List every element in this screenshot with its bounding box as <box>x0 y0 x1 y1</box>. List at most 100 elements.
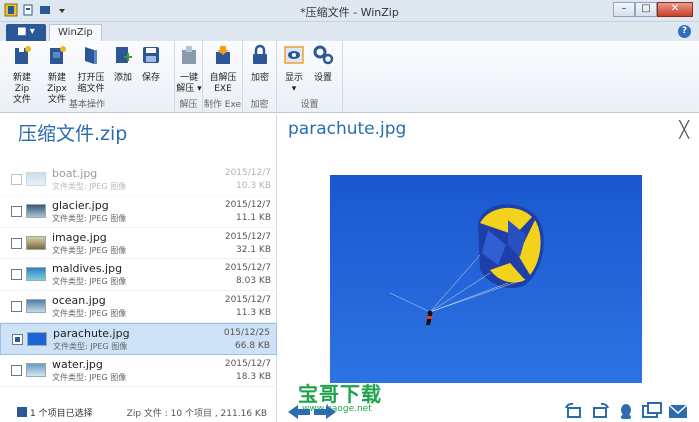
share-screen-icon[interactable] <box>641 402 663 420</box>
thumbnail-image <box>26 362 46 377</box>
preview-filename: parachute.jpg <box>288 119 407 139</box>
file-type: 文件类型: JPEG 图像 <box>52 277 127 287</box>
file-size: 8.03 KB <box>236 276 271 287</box>
file-name: water.jpg <box>52 357 103 371</box>
file-type: 文件类型: JPEG 图像 <box>52 213 127 223</box>
status-bar: 1 个项目已选择 Zip 文件 : 10 个项目 , 211.16 KB <box>0 402 277 422</box>
exe-label-2: EXE <box>214 84 232 94</box>
thumbnail-image <box>26 172 46 186</box>
save-button[interactable]: 保存 <box>138 44 164 84</box>
file-date: 2015/12/7 <box>224 231 271 242</box>
maximize-button[interactable]: □ <box>635 2 657 17</box>
encrypt-button[interactable]: 加密 <box>247 44 273 84</box>
save-label: 保存 <box>141 73 160 83</box>
ribbon-group-basic: 新建Zip 文件 新建Zipx 文件 打开压 缩文件 添加 保存 基本操作 <box>0 41 175 113</box>
file-size: 10.3 KB <box>236 181 271 191</box>
file-menu-button[interactable]: ■ ▾ <box>6 24 46 41</box>
gear-icon <box>313 45 334 65</box>
thumbnail-image <box>26 203 46 218</box>
file-size: 66.8 KB <box>235 340 270 351</box>
file-type: 文件类型: JPEG 图像 <box>52 245 127 255</box>
email-icon[interactable] <box>667 402 689 420</box>
file-name: maldives.jpg <box>52 262 123 276</box>
tab-winzip[interactable]: WinZip <box>49 24 102 41</box>
add-button[interactable]: 添加 <box>110 44 136 84</box>
thumbnail-image <box>27 331 47 346</box>
list-item-selected[interactable]: parachute.jpg 文件类型: JPEG 图像 015/12/25 66… <box>0 322 277 355</box>
file-name: boat.jpg <box>52 167 98 180</box>
close-button[interactable]: ✕ <box>657 2 693 17</box>
unzip-label-1: 一键 <box>179 73 198 83</box>
save-icon <box>143 47 159 63</box>
item-checkbox[interactable] <box>11 269 22 281</box>
selection-icon <box>17 407 27 417</box>
group-label-unzip: 解压 <box>179 100 198 110</box>
title-bar: *压缩文件 - WinZip – □ ✕ <box>0 0 699 22</box>
item-checkbox[interactable] <box>11 364 22 376</box>
help-icon[interactable]: ? <box>678 25 691 38</box>
open-zip-button[interactable]: 打开压 缩文件 <box>76 44 106 95</box>
open-zip-icon <box>85 47 97 64</box>
thumbnail-image <box>26 267 46 282</box>
list-item[interactable]: glacier.jpg 文件类型: JPEG 图像 2015/12/7 11.1… <box>0 196 277 228</box>
file-date: 2015/12/7 <box>224 295 271 306</box>
window-title: *压缩文件 - WinZip <box>300 6 399 19</box>
rotate-left-icon[interactable] <box>563 402 585 420</box>
item-checkbox[interactable] <box>11 205 22 217</box>
file-date: 2015/12/7 <box>224 358 271 369</box>
list-item[interactable]: image.jpg 文件类型: JPEG 图像 2015/12/7 32.1 K… <box>0 228 277 260</box>
display-label-1: 显示 <box>284 73 303 83</box>
window-controls: – □ ✕ <box>613 2 693 17</box>
file-name: image.jpg <box>52 230 107 244</box>
archive-summary: Zip 文件 : 10 个项目 , 211.16 KB <box>126 409 267 419</box>
file-size: 32.1 KB <box>236 244 271 255</box>
file-list: boat.jpg 文件类型: JPEG 图像 2015/12/7 10.3 KB… <box>0 164 277 387</box>
minimize-button[interactable]: – <box>613 2 635 17</box>
display-button[interactable]: 显示 ▾ <box>281 44 307 95</box>
exe-icon <box>216 46 230 64</box>
selection-status: 1 个项目已选择 <box>30 409 93 419</box>
exe-label-1: 自解压 <box>209 73 237 83</box>
one-click-unzip-button[interactable]: 一键 解压 ▾ <box>175 44 203 95</box>
lock-icon <box>253 44 267 64</box>
file-list-panel: 压缩文件.zip boat.jpg 文件类型: JPEG 图像 2015/12/… <box>0 114 277 422</box>
archive-name: 压缩文件.zip <box>18 123 128 145</box>
parachute-photo <box>330 175 642 383</box>
file-name: glacier.jpg <box>52 198 109 212</box>
file-size: 11.1 KB <box>236 212 271 223</box>
eye-icon <box>284 46 304 64</box>
unzip-icon <box>182 46 196 64</box>
group-label-encrypt: 加密 <box>250 100 269 110</box>
self-extract-exe-button[interactable]: 自解压 EXE <box>207 44 239 95</box>
qq-share-icon[interactable] <box>615 402 637 420</box>
encrypt-label: 加密 <box>250 73 269 83</box>
ribbon-group-settings: 显示 ▾ 设置 设置 <box>277 41 343 113</box>
open-zip-label-1: 打开压 <box>77 73 105 83</box>
list-item[interactable]: maldives.jpg 文件类型: JPEG 图像 2015/12/7 8.0… <box>0 259 277 292</box>
share-toolbar <box>563 402 689 420</box>
file-date: 2015/12/7 <box>224 199 271 210</box>
item-checkbox[interactable] <box>11 237 22 249</box>
rotate-right-icon[interactable] <box>589 402 611 420</box>
new-zipx-label-1: 新建Zipx <box>47 73 67 94</box>
list-item[interactable]: water.jpg 文件类型: JPEG 图像 2015/12/7 18.3 K… <box>0 355 277 387</box>
item-checkbox[interactable] <box>11 301 22 313</box>
list-item[interactable]: boat.jpg 文件类型: JPEG 图像 2015/12/7 10.3 KB <box>0 164 277 196</box>
thumbnail-image <box>26 299 46 314</box>
group-label-basic: 基本操作 <box>68 100 105 110</box>
settings-button[interactable]: 设置 <box>309 44 337 84</box>
file-date: 2015/12/7 <box>224 168 271 178</box>
item-checkbox[interactable] <box>12 333 23 345</box>
file-size: 11.3 KB <box>236 308 271 319</box>
list-item[interactable]: ocean.jpg 文件类型: JPEG 图像 2015/12/7 11.3 K… <box>0 291 277 323</box>
file-type: 文件类型: JPEG 图像 <box>52 372 127 382</box>
open-zip-label-2: 缩文件 <box>77 84 105 94</box>
ribbon: 新建Zip 文件 新建Zipx 文件 打开压 缩文件 添加 保存 基本操作 一键… <box>0 41 699 113</box>
ribbon-group-unzip: 一键 解压 ▾ 解压 <box>175 41 203 113</box>
navigation-arrows[interactable] <box>286 402 338 422</box>
item-checkbox[interactable] <box>11 174 22 185</box>
ribbon-tab-strip: ■ ▾ WinZip ? <box>0 22 699 41</box>
close-preview-icon[interactable]: ╳ <box>679 120 689 139</box>
file-name: ocean.jpg <box>52 294 106 308</box>
group-label-exe: 制作 Exe <box>203 100 242 110</box>
